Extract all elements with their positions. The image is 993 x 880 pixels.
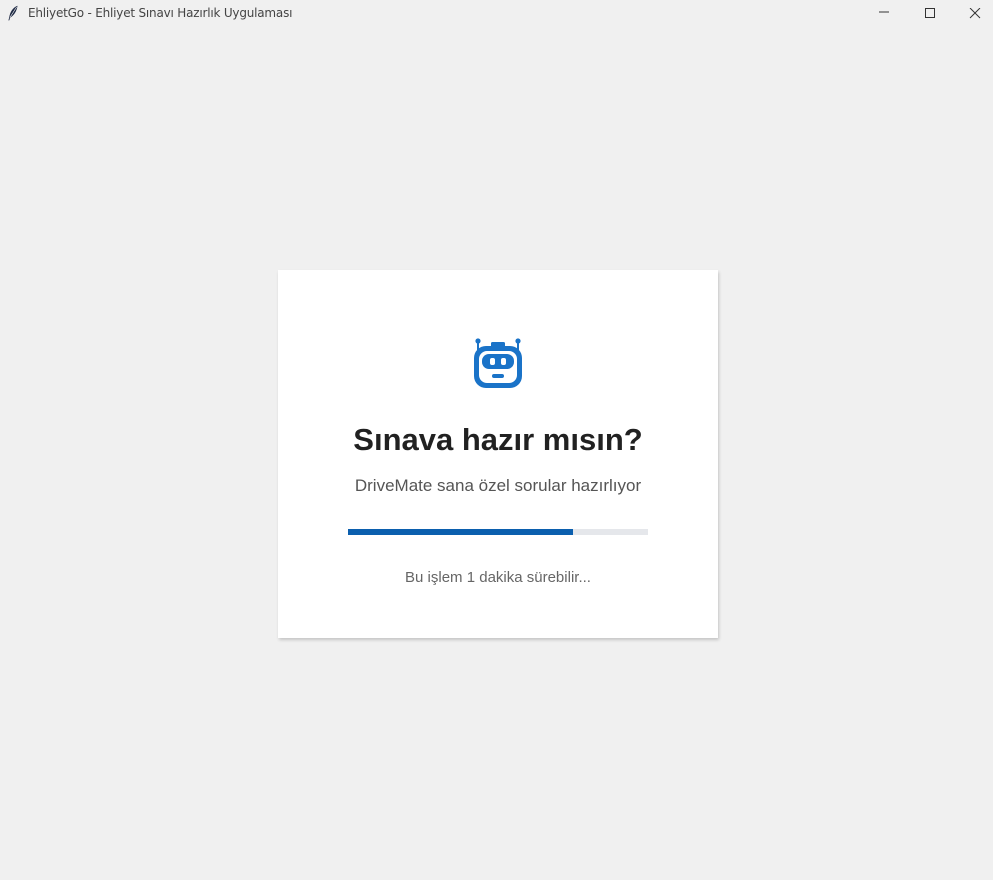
minimize-button[interactable] xyxy=(861,0,907,28)
maximize-icon xyxy=(925,8,935,18)
loading-note: Bu işlem 1 dakika sürebilir... xyxy=(405,569,591,586)
robot-icon xyxy=(474,338,522,388)
card-title: Sınava hazır mısın? xyxy=(353,422,643,457)
maximize-button[interactable] xyxy=(907,0,953,28)
app-window: EhliyetGo - Ehliyet Sınavı Hazırlık Uygu… xyxy=(0,0,993,880)
feather-icon xyxy=(8,5,18,21)
window-title: EhliyetGo - Ehliyet Sınavı Hazırlık Uygu… xyxy=(28,6,293,20)
loading-card: Sınava hazır mısın? DriveMate sana özel … xyxy=(278,270,718,638)
close-icon xyxy=(969,8,981,19)
card-subtitle: DriveMate sana özel sorular hazırlıyor xyxy=(354,476,642,495)
progress-bar-fill xyxy=(348,529,573,535)
minimize-icon xyxy=(879,11,889,13)
close-button[interactable] xyxy=(952,0,993,28)
progress-bar xyxy=(348,529,648,535)
title-bar[interactable]: EhliyetGo - Ehliyet Sınavı Hazırlık Uygu… xyxy=(0,0,993,28)
